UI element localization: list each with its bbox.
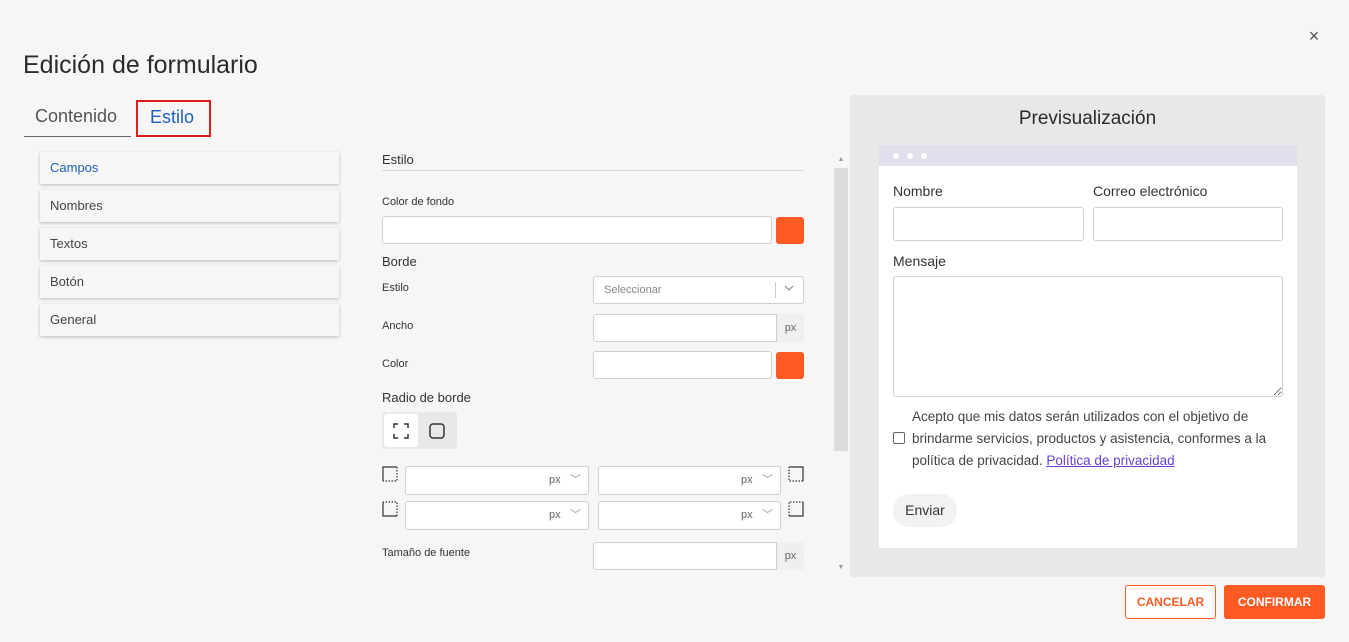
submit-button[interactable]: Enviar [893, 494, 957, 527]
font-size-input[interactable] [593, 542, 777, 570]
font-size-unit: px [777, 542, 804, 570]
background-color-input[interactable] [382, 216, 772, 244]
tab-contenido[interactable]: Contenido [24, 100, 131, 137]
dialog-title: Edición de formulario [23, 51, 258, 79]
border-style-select[interactable]: Seleccionar [593, 276, 804, 304]
section-title: Estilo [382, 152, 414, 167]
consent-text: Acepto que mis datos serán utilizados co… [912, 406, 1287, 472]
corner-bottom-left-input[interactable] [405, 501, 545, 530]
unit-label: px [741, 509, 753, 521]
tab-estilo[interactable]: Estilo [136, 100, 211, 137]
background-color-swatch[interactable] [776, 217, 804, 244]
confirm-button[interactable]: CONFIRMAR [1224, 585, 1325, 619]
scrollbar-thumb[interactable] [834, 168, 848, 451]
message-field[interactable] [893, 276, 1283, 397]
sidebar-item-campos[interactable]: Campos [40, 152, 339, 184]
border-color-label: Color [382, 358, 409, 370]
sidebar-item-textos[interactable]: Textos [40, 228, 339, 260]
border-color-swatch[interactable] [776, 352, 804, 379]
email-field[interactable] [1093, 207, 1283, 241]
corner-top-right-unit[interactable]: px ﹀ [736, 466, 781, 495]
border-color-input[interactable] [593, 351, 772, 379]
select-divider [775, 282, 776, 298]
chevron-down-icon [782, 281, 796, 300]
corner-top-left-input[interactable] [405, 466, 545, 495]
top-right-corner-icon [788, 466, 804, 482]
chevron-down-icon: ﹀ [762, 474, 773, 486]
bottom-right-corner-icon [788, 501, 804, 517]
border-width-unit: px [777, 314, 804, 342]
expand-corners-icon[interactable] [384, 414, 418, 447]
browser-bar [879, 145, 1297, 166]
email-label: Correo electrónico [1093, 183, 1208, 199]
bottom-left-corner-icon [382, 501, 398, 517]
background-color-label: Color de fondo [382, 196, 455, 208]
privacy-policy-link[interactable]: Política de privacidad [1046, 453, 1174, 468]
border-style-placeholder: Seleccionar [604, 284, 662, 296]
sidebar-item-nombres[interactable]: Nombres [40, 190, 339, 222]
corner-bottom-right-input[interactable] [598, 501, 737, 530]
chevron-down-icon: ﹀ [570, 509, 581, 521]
section-divider [382, 170, 804, 171]
scroll-up-icon[interactable]: ▲ [834, 156, 848, 163]
chevron-down-icon: ﹀ [762, 509, 773, 521]
unit-label: px [549, 509, 561, 521]
window-dot-icon [907, 153, 913, 159]
corner-bottom-left-unit[interactable]: px ﹀ [544, 501, 589, 530]
scroll-down-icon[interactable]: ▼ [834, 564, 848, 571]
radius-heading: Radio de borde [382, 390, 471, 405]
font-size-label: Tamaño de fuente [382, 547, 471, 559]
corner-top-left-unit[interactable]: px ﹀ [544, 466, 589, 495]
corner-top-right-input[interactable] [598, 466, 737, 495]
close-icon[interactable]: × [1304, 26, 1324, 46]
rounded-square-icon[interactable] [420, 414, 454, 447]
window-dot-icon [921, 153, 927, 159]
consent-checkbox[interactable] [893, 432, 905, 444]
cancel-button[interactable]: CANCELAR [1125, 585, 1216, 619]
top-left-corner-icon [382, 466, 398, 482]
border-style-label: Estilo [382, 282, 409, 294]
radius-mode-toggle [382, 412, 457, 449]
preview-title: Previsualización [1018, 108, 1157, 129]
unit-label: px [549, 474, 561, 486]
unit-label: px [741, 474, 753, 486]
name-label: Nombre [893, 183, 943, 199]
sidebar-item-boton[interactable]: Botón [40, 266, 339, 298]
border-width-label: Ancho [382, 320, 414, 332]
chevron-down-icon: ﹀ [570, 474, 581, 486]
sidebar-item-general[interactable]: General [40, 304, 339, 336]
border-width-input[interactable] [593, 314, 777, 342]
corner-bottom-right-unit[interactable]: px ﹀ [736, 501, 781, 530]
window-dot-icon [893, 153, 899, 159]
border-heading: Borde [382, 254, 417, 269]
name-field[interactable] [893, 207, 1084, 241]
message-label: Mensaje [893, 253, 946, 269]
